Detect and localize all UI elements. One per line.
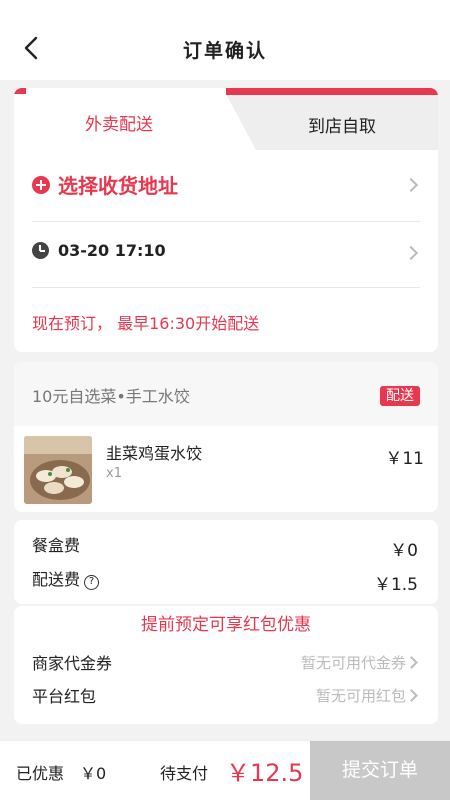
tab-delivery[interactable]: 外卖配送 <box>14 88 244 150</box>
item-quantity: x1 <box>106 466 122 481</box>
delivery-card: 外卖配送 到店自取 选择收货地址 03-20 17:10 现在预订， 最早16:… <box>14 88 438 352</box>
fees-card: 餐盒费 ￥0 配送费? ￥1.5 <box>14 520 438 604</box>
chevron-right-icon <box>403 245 419 261</box>
delivery-fee-label: 配送费 <box>32 570 81 589</box>
voucher-value: 暂无可用代金券 <box>300 654 406 672</box>
promo-title: 提前预定可享红包优惠 <box>141 615 311 635</box>
item-price: ￥11 <box>385 449 424 469</box>
tab-accent-strip <box>14 88 26 94</box>
nav-bar: 订单确认 <box>0 0 450 80</box>
help-icon[interactable]: ? <box>84 575 100 590</box>
checkout-bar: 已优惠 ￥0 待支付 ￥12.5 提交订单 <box>0 740 450 800</box>
tab-delivery-label: 外卖配送 <box>85 115 153 135</box>
delivery-fee-value: ￥1.5 <box>373 575 418 595</box>
plus-circle-icon <box>32 176 50 194</box>
voucher-label: 商家代金券 <box>32 654 113 673</box>
clock-icon <box>32 242 49 259</box>
promo-card: 提前预定可享红包优惠 商家代金券 暂无可用代金券 平台红包 暂无可用红包 <box>14 606 438 724</box>
saved-label: 已优惠 <box>16 764 65 783</box>
chevron-right-icon <box>405 689 418 702</box>
pay-label: 待支付 <box>160 764 209 783</box>
delivery-notice: 现在预订， 最早16:30开始配送 <box>32 314 260 333</box>
pay-value: ￥12.5 <box>226 759 304 787</box>
delivery-badge: 配送 <box>380 386 420 406</box>
submit-order-button[interactable]: 提交订单 <box>310 741 450 800</box>
delivery-time-row[interactable]: 03-20 17:10 <box>32 222 420 288</box>
shop-name: 10元自选菜•手工水饺 <box>32 387 190 406</box>
shop-header: 10元自选菜•手工水饺 配送 <box>14 362 438 426</box>
box-fee-value: ￥0 <box>390 541 418 561</box>
item-name: 韭菜鸡蛋水饺 <box>106 444 203 463</box>
select-address-label: 选择收货地址 <box>58 174 178 198</box>
delivery-time-label: 03-20 17:10 <box>58 241 166 260</box>
delivery-fee-row: 配送费? <box>32 566 100 590</box>
delivery-tabs: 外卖配送 到店自取 <box>14 88 438 150</box>
dumpling-image <box>24 436 92 504</box>
select-address-row[interactable]: 选择收货地址 <box>32 166 420 222</box>
tab-pickup-label: 到店自取 <box>308 117 376 137</box>
chevron-right-icon <box>403 177 419 193</box>
page-title: 订单确认 <box>182 40 267 62</box>
tab-pickup[interactable]: 到店自取 <box>226 88 438 150</box>
order-card: 10元自选菜•手工水饺 配送 韭菜鸡蛋水饺 x1 ￥11 <box>14 362 438 512</box>
redpacket-value: 暂无可用红包 <box>315 687 406 705</box>
redpacket-label: 平台红包 <box>32 687 97 706</box>
saved-value: ￥0 <box>80 764 107 783</box>
chevron-right-icon <box>405 656 418 669</box>
box-fee-label: 餐盒费 <box>32 536 81 555</box>
